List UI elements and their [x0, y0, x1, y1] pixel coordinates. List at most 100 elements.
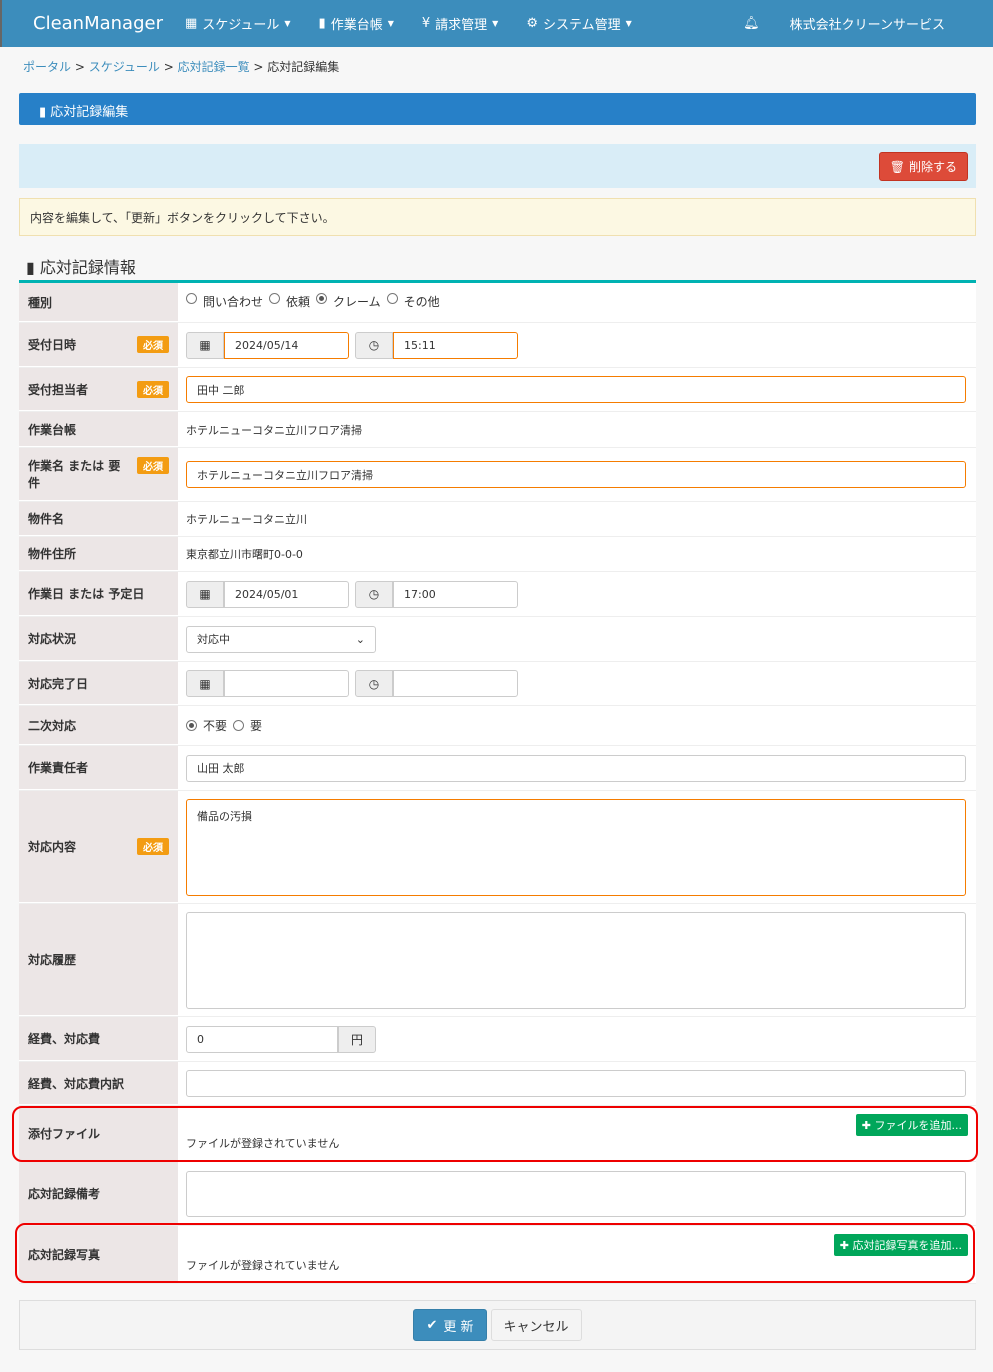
delete-button[interactable]: 🗑︎ 削除する [878, 152, 968, 181]
remarks-textarea[interactable] [186, 1170, 966, 1217]
clock-icon[interactable]: ◷ [355, 580, 393, 608]
row-cost-detail: 経費、対応費内訳 [19, 1062, 976, 1106]
add-file-label: ファイルを追加... [874, 1119, 963, 1132]
breadcrumb-list[interactable]: 応対記録一覧 [178, 60, 250, 74]
delete-label: 削除する [908, 160, 957, 174]
work-date-input[interactable]: 2024/05/01 [224, 580, 349, 608]
bell-icon[interactable]: 🔔︎ [743, 16, 760, 31]
update-button[interactable]: ✔ 更 新 [413, 1309, 487, 1341]
radio-request[interactable] [269, 293, 281, 304]
field-label: 種別 [28, 295, 53, 310]
received-time-input[interactable]: 15:11 [393, 331, 518, 359]
row-history: 対応履歴 [19, 904, 976, 1017]
row-secondary: 二次対応 不要 要 [19, 706, 976, 746]
clock-icon[interactable]: ◷ [355, 670, 393, 697]
field-label: 添付ファイル [28, 1126, 101, 1141]
calendar-icon[interactable]: ▦ [186, 670, 224, 697]
cost-detail-input[interactable] [186, 1070, 966, 1097]
field-label: 対応状況 [28, 632, 77, 646]
add-file-button[interactable]: ✚ ファイルを追加... [855, 1114, 968, 1136]
cost-input[interactable]: 0 [186, 1025, 338, 1053]
page-title-bar: ▮ 応対記録編集 [19, 93, 976, 125]
menu-label: 請求管理 [435, 18, 488, 33]
radio-other[interactable] [386, 293, 398, 304]
breadcrumb: ポータル > スケジュール > 応対記録一覧 > 応対記録編集 [23, 60, 340, 74]
status-select[interactable]: 対応中 ⌄ [186, 625, 376, 653]
radio-label: 不要 [203, 719, 228, 733]
radio-complaint[interactable] [316, 293, 328, 304]
calendar-icon[interactable]: ▦ [186, 331, 224, 359]
top-navbar: CleanManager ▦ スケジュール ▼ ▮ 作業台帳 ▼ ¥ 請求管理 ▼ ⚙ システ… [0, 0, 993, 47]
radio-label: 要 [250, 719, 263, 733]
caret-down-icon: ▼ [625, 19, 632, 28]
menu-schedule[interactable]: ▦ スケジュール ▼ [185, 14, 291, 33]
menu-ledger[interactable]: ▮ 作業台帳 ▼ [319, 14, 394, 33]
add-photo-button[interactable]: ✚ 応対記録写真を追加... [833, 1234, 968, 1256]
menu-label: システム管理 [542, 18, 621, 33]
field-label: 経費、対応費内訳 [28, 1076, 125, 1091]
done-time-input[interactable] [393, 670, 518, 697]
attachment-empty: ファイルが登録されていません [186, 1137, 340, 1150]
radio-not-needed[interactable] [186, 720, 197, 731]
field-label: 経費、対応費 [28, 1032, 101, 1046]
radio-label: 依頼 [286, 295, 311, 309]
clock-icon[interactable]: ◷ [355, 331, 393, 359]
brand-logo[interactable]: CleanManager [33, 13, 163, 34]
row-remarks: 応対記録備考 [19, 1162, 976, 1226]
radio-needed[interactable] [233, 720, 245, 731]
caret-down-icon: ▼ [387, 19, 394, 28]
chevron-down-icon: ⌄ [355, 632, 365, 646]
history-textarea[interactable] [186, 912, 966, 1009]
required-badge: 必須 [137, 380, 169, 398]
menu-system[interactable]: ⚙ システム管理 ▼ [526, 14, 631, 33]
book-icon: ▮ [26, 258, 40, 277]
radio-inquiry[interactable] [186, 293, 197, 304]
work-name-input[interactable]: ホテルニューコタニ立川フロア清掃 [186, 461, 966, 488]
field-label: 応対記録備考 [28, 1186, 101, 1201]
yen-icon: ¥ [421, 16, 431, 31]
address-value: 東京都立川市曙町0-0-0 [186, 548, 303, 561]
section-title: ▮ 応対記録情報 [26, 254, 136, 278]
required-badge: 必須 [137, 838, 169, 855]
company-menu[interactable]: 株式会社クリーンサービス [790, 14, 945, 33]
breadcrumb-schedule[interactable]: スケジュール [89, 60, 160, 74]
field-label: 物件名 [28, 512, 65, 526]
trash-icon: 🗑︎ [889, 159, 905, 174]
update-label: 更 新 [443, 1319, 474, 1335]
field-label: 作業台帳 [28, 422, 77, 437]
row-photo: 応対記録写真 ✚ 応対記録写真を追加... ファイルが登録されていません [19, 1226, 976, 1284]
gears-icon: ⚙ [526, 16, 538, 31]
received-date-input[interactable]: 2024/05/14 [224, 331, 349, 359]
book-icon: ▮ [39, 105, 51, 120]
property-value: ホテルニューコタニ立川 [186, 513, 307, 526]
action-bar: 🗑︎ 削除する [19, 144, 976, 188]
photo-empty: ファイルが登録されていません [186, 1259, 340, 1272]
cancel-button[interactable]: キャンセル [490, 1309, 582, 1341]
caret-down-icon: ▼ [492, 19, 499, 28]
field-label: 対応完了日 [28, 676, 89, 691]
row-cost: 経費、対応費 0円 [19, 1017, 976, 1062]
plus-icon: ✚ [839, 1239, 853, 1252]
row-manager: 作業責任者 山田 太郎 [19, 746, 976, 791]
calendar-icon[interactable]: ▦ [186, 580, 224, 608]
breadcrumb-portal[interactable]: ポータル [23, 60, 71, 74]
required-badge: 必須 [137, 336, 169, 353]
notice: 内容を編集して、「更新」ボタンをクリックして下さい。 [19, 198, 976, 236]
receiver-input[interactable]: 田中 二郎 [186, 376, 966, 403]
required-badge: 必須 [137, 457, 169, 474]
done-date-input[interactable] [224, 670, 349, 697]
manager-input[interactable]: 山田 太郎 [186, 754, 966, 782]
work-time-input[interactable]: 17:00 [393, 580, 518, 608]
content-textarea[interactable]: 備品の汚損 [186, 799, 966, 896]
add-photo-label: 応対記録写真を追加... [852, 1239, 963, 1252]
menu-billing[interactable]: ¥ 請求管理 ▼ [422, 14, 498, 33]
yen-unit: 円 [338, 1025, 376, 1053]
plus-icon: ✚ [861, 1119, 875, 1132]
field-label: 受付担当者 [28, 382, 89, 397]
menu-label: スケジュール [202, 18, 280, 33]
row-property: 物件名 ホテルニューコタニ立川 [19, 502, 976, 537]
page-title: 応対記録編集 [50, 105, 129, 120]
row-attachment: 添付ファイル ✚ ファイルを追加... ファイルが登録されていません [19, 1106, 976, 1162]
field-label: 二次対応 [28, 718, 77, 733]
row-work-name: 作業名 または 要件 必須 ホテルニューコタニ立川フロア清掃 [19, 448, 976, 502]
